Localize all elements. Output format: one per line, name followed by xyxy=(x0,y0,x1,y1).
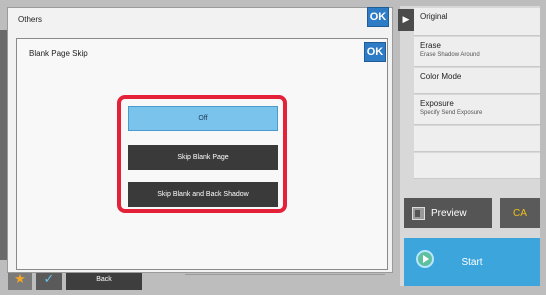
panel-item-label: Original xyxy=(420,12,448,21)
preview-icon xyxy=(412,206,425,220)
start-icon xyxy=(416,250,434,268)
expand-panel-icon[interactable]: ▶ xyxy=(398,9,414,31)
option-label: Skip Blank Page xyxy=(177,154,229,161)
panel-item-empty xyxy=(414,126,540,152)
panel-item-label: Erase xyxy=(420,41,441,50)
panel-item-original[interactable]: Original xyxy=(414,8,540,36)
preview-label: Preview xyxy=(431,207,467,219)
option-skip-blank-and-back-shadow-button[interactable]: Skip Blank and Back Shadow xyxy=(128,182,278,207)
back-button[interactable]: Back xyxy=(66,270,142,290)
blank-page-skip-ok-button[interactable]: OK xyxy=(364,42,386,62)
checkmark-icon[interactable]: ✓ xyxy=(36,270,62,290)
others-ok-button[interactable]: OK xyxy=(367,7,389,27)
panel-item-empty xyxy=(414,153,540,179)
panel-item-sublabel: Specify Send Exposure xyxy=(420,110,483,116)
option-off-button[interactable]: Off xyxy=(128,106,278,131)
star-icon[interactable]: ★ xyxy=(8,270,32,290)
panel-item-label: Color Mode xyxy=(420,72,462,81)
option-label: Skip Blank and Back Shadow xyxy=(157,191,249,198)
dialog-title: Others xyxy=(18,15,43,24)
back-label: Back xyxy=(96,276,112,283)
panel-item-sublabel: Erase Shadow Around xyxy=(420,52,480,58)
dialog-title: Blank Page Skip xyxy=(29,49,88,58)
start-button[interactable]: Start xyxy=(404,238,540,286)
start-label: Start xyxy=(461,256,483,268)
ok-label: OK xyxy=(369,11,387,23)
option-skip-blank-page-button[interactable]: Skip Blank Page xyxy=(128,145,278,170)
clear-all-button[interactable]: CA xyxy=(500,198,540,228)
preview-button[interactable]: Preview xyxy=(404,198,492,228)
ok-label: OK xyxy=(366,46,384,58)
panel-item-erase[interactable]: Erase Erase Shadow Around xyxy=(414,37,540,67)
ca-label: CA xyxy=(513,207,527,219)
panel-item-color-mode[interactable]: Color Mode xyxy=(414,68,540,94)
panel-item-label: Exposure xyxy=(420,99,454,108)
panel-item-exposure[interactable]: Exposure Specify Send Exposure xyxy=(414,95,540,125)
background-divider xyxy=(185,274,385,275)
option-label: Off xyxy=(198,115,208,122)
